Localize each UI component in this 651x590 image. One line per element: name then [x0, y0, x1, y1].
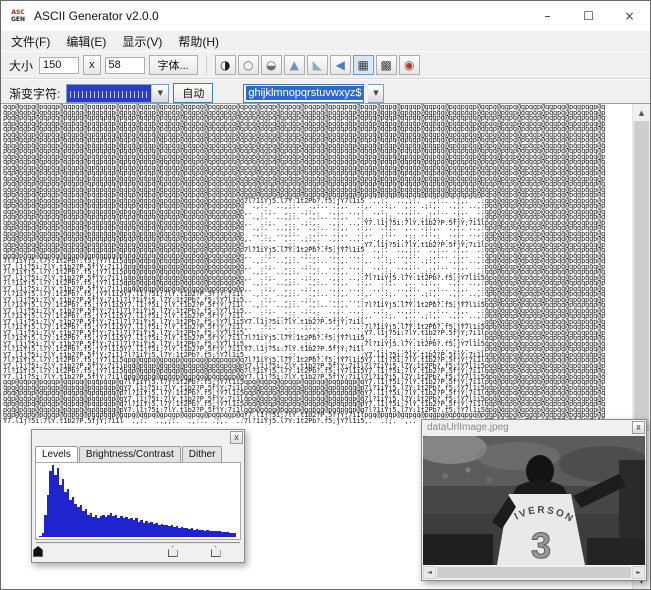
- level-handle[interactable]: [211, 546, 221, 557]
- levels-close-button[interactable]: x: [230, 431, 243, 444]
- scroll-left-icon[interactable]: ◄: [423, 566, 436, 579]
- tab-brightness-contrast[interactable]: Brightness/Contrast: [79, 446, 181, 462]
- maximize-button[interactable]: ☐: [568, 1, 609, 31]
- levels-slider-track[interactable]: [36, 542, 240, 559]
- flip-horizontal-icon[interactable]: ◣: [307, 55, 328, 75]
- scroll-up-icon[interactable]: ▲: [633, 104, 650, 121]
- lock-ratio-button[interactable]: x: [83, 55, 101, 75]
- menu-bar: 文件(F) 编辑(E) 显示(V) 帮助(H): [1, 31, 650, 51]
- height-input[interactable]: [105, 57, 145, 74]
- rotate-left-icon[interactable]: ◀: [330, 55, 351, 75]
- histogram-bar: [234, 533, 237, 537]
- scrollbar-thumb[interactable]: [634, 121, 649, 431]
- level-handle[interactable]: [168, 546, 178, 557]
- app-window: ASC GEN ASCII Generator v2.0.0 – ☐ × 文件(…: [0, 0, 651, 590]
- brightness-icon[interactable]: ○: [238, 55, 259, 75]
- ascii-art: gqp@gqpg@pqgqp@gqpgq@pgqpgqp@gqpg@qgpq@g…: [3, 105, 605, 424]
- font-button[interactable]: 字体...: [149, 55, 198, 75]
- app-icon-text-bottom: GEN: [11, 16, 25, 23]
- scroll-right-icon[interactable]: ►: [632, 566, 645, 579]
- menu-item-file[interactable]: 文件(F): [3, 31, 58, 52]
- gradient-combobox-value: [67, 85, 151, 102]
- tab-levels[interactable]: Levels: [35, 446, 78, 463]
- chevron-down-icon[interactable]: ▼: [151, 85, 168, 102]
- color-icon[interactable]: ◉: [399, 55, 420, 75]
- source-image: IVERSON 3: [423, 436, 645, 565]
- gradient-combobox[interactable]: ▼: [66, 84, 169, 103]
- invert-icon[interactable]: ◒: [261, 55, 282, 75]
- chars-dropdown-icon[interactable]: ▼: [368, 84, 384, 103]
- chars-input[interactable]: ghijklmnopqrstuvwxyz$: [243, 84, 364, 103]
- chars-selected-text: ghijklmnopqrstuvwxyz$: [246, 86, 363, 100]
- window-controls: – ☐ ×: [527, 1, 650, 31]
- title-bar: ASC GEN ASCII Generator v2.0.0 – ☐ ×: [1, 1, 650, 31]
- toolbar-separator: [206, 56, 207, 74]
- levels-window: x Levels Brightness/Contrast Dither: [31, 429, 245, 563]
- histogram: [35, 462, 241, 540]
- size-label: 大小: [9, 57, 33, 74]
- image-mode-icon[interactable]: ▦: [353, 55, 374, 75]
- hscrollbar-thumb[interactable]: [437, 567, 631, 578]
- width-input[interactable]: [39, 57, 79, 74]
- levels-tabs: Levels Brightness/Contrast Dither: [32, 444, 244, 462]
- toolbar-icon-strip: ◑○◒▲◣◀▦▩◉: [215, 55, 420, 75]
- menu-item-view[interactable]: 显示(V): [114, 31, 170, 52]
- menu-item-edit[interactable]: 编辑(E): [58, 31, 114, 52]
- menu-item-help[interactable]: 帮助(H): [170, 31, 227, 52]
- flip-vertical-icon[interactable]: ▲: [284, 55, 305, 75]
- player-photo: IVERSON 3: [423, 436, 645, 565]
- tab-dither[interactable]: Dither: [182, 446, 223, 462]
- jersey-number-text: 3: [531, 525, 551, 565]
- main-toolbar: 大小 x 字体... ◑○◒▲◣◀▦▩◉: [1, 51, 650, 79]
- image-window-close-button[interactable]: x: [632, 421, 645, 434]
- minimize-button[interactable]: –: [527, 1, 568, 31]
- image-window: dataUrlImage.jpeg x I: [421, 419, 647, 581]
- gradient-chars-label: 渐变字符:: [9, 85, 60, 102]
- app-icon: ASC GEN: [8, 6, 28, 26]
- app-icon-text-top: ASC: [11, 9, 24, 16]
- contrast-icon[interactable]: ◑: [215, 55, 236, 75]
- auto-button[interactable]: 自动: [173, 83, 213, 103]
- text-mode-icon[interactable]: ▩: [376, 55, 397, 75]
- black-point-handle[interactable]: [33, 546, 43, 557]
- image-window-title: dataUrlImage.jpeg: [422, 420, 646, 433]
- horizontal-scrollbar[interactable]: ◄ ►: [423, 566, 645, 579]
- close-button[interactable]: ×: [609, 1, 650, 31]
- window-title: ASCII Generator v2.0.0: [34, 9, 159, 23]
